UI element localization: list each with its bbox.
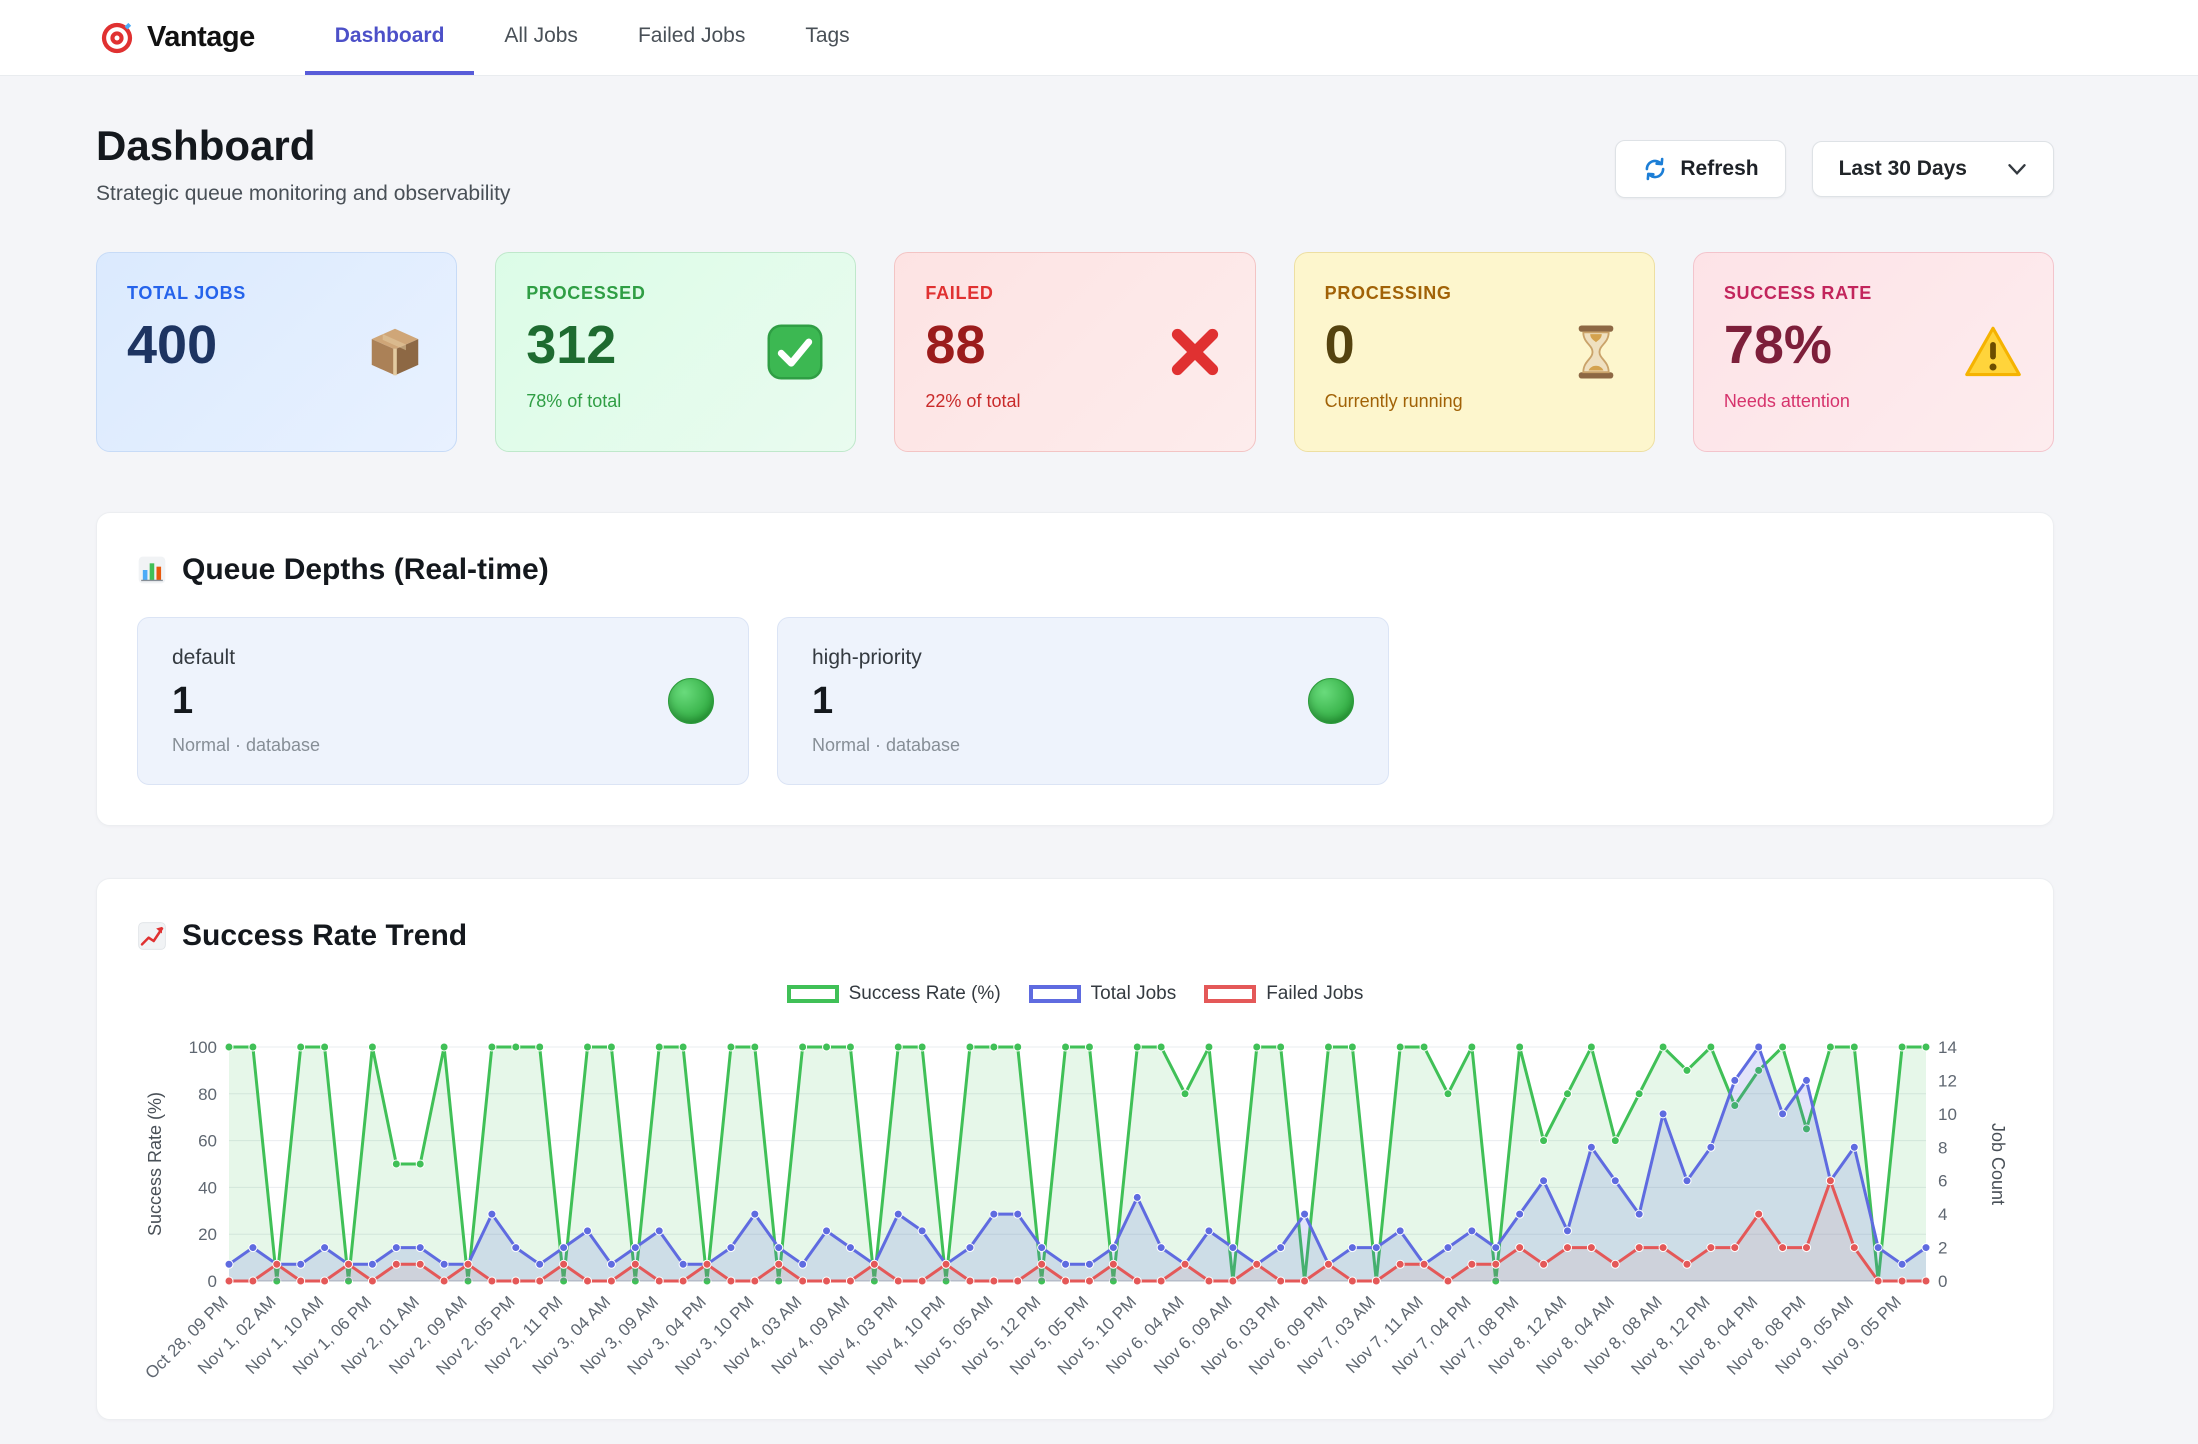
page-header: Dashboard Strategic queue monitoring and… xyxy=(96,122,2054,206)
svg-text:80: 80 xyxy=(198,1085,217,1104)
svg-text:8: 8 xyxy=(1938,1138,1947,1157)
status-dot-green xyxy=(1308,678,1354,724)
stat-label: SUCCESS RATE xyxy=(1724,283,2023,304)
stat-card-processing: PROCESSING 0 Currently running xyxy=(1294,252,1655,452)
tab-failed-jobs[interactable]: Failed Jobs xyxy=(608,0,775,75)
tab-dashboard[interactable]: Dashboard xyxy=(305,0,475,75)
section-title-text: Queue Depths (Real-time) xyxy=(182,553,549,587)
svg-text:Job Count: Job Count xyxy=(1988,1123,2008,1205)
queue-depth: 1 xyxy=(812,680,960,723)
svg-text:12: 12 xyxy=(1938,1071,1957,1090)
queue-depths-title: Queue Depths (Real-time) xyxy=(137,553,2013,587)
chart-title: Success Rate Trend xyxy=(137,919,2013,953)
stat-sub: 78% of total xyxy=(526,391,825,412)
legend-item[interactable]: Failed Jobs xyxy=(1204,983,1363,1005)
queue-item-default[interactable]: default 1 Normal · database xyxy=(137,617,749,785)
svg-text:0: 0 xyxy=(208,1272,217,1291)
tab-label: All Jobs xyxy=(504,24,578,48)
queue-depths-card: Queue Depths (Real-time) default 1 Norma… xyxy=(96,512,2054,826)
stat-card-total-jobs: TOTAL JOBS 400 xyxy=(96,252,457,452)
package-icon xyxy=(364,321,426,383)
refresh-button[interactable]: Refresh xyxy=(1615,140,1785,198)
legend-label: Failed Jobs xyxy=(1266,983,1363,1005)
stat-label: TOTAL JOBS xyxy=(127,283,426,304)
refresh-label: Refresh xyxy=(1680,157,1758,181)
tab-all-jobs[interactable]: All Jobs xyxy=(474,0,608,75)
main-content: Dashboard Strategic queue monitoring and… xyxy=(0,76,2198,1420)
trend-chart-icon xyxy=(137,921,167,951)
refresh-icon xyxy=(1642,156,1668,182)
queue-status: Normal · database xyxy=(172,735,320,756)
svg-text:100: 100 xyxy=(189,1038,217,1057)
header-controls: Refresh Last 30 Days xyxy=(1615,140,2054,198)
section-title-text: Success Rate Trend xyxy=(182,919,467,953)
queue-status: Normal · database xyxy=(812,735,960,756)
legend-swatch xyxy=(1204,985,1256,1003)
chart-legend: Success Rate (%) Total Jobs Failed Jobs xyxy=(137,983,2013,1005)
queue-item-high-priority[interactable]: high-priority 1 Normal · database xyxy=(777,617,1389,785)
queue-info: high-priority 1 Normal · database xyxy=(812,646,960,756)
date-range-value: Last 30 Days xyxy=(1839,157,1967,181)
svg-text:Oct 28, 09 PM: Oct 28, 09 PM xyxy=(142,1292,232,1382)
tab-label: Tags xyxy=(805,24,849,48)
legend-label: Success Rate (%) xyxy=(849,983,1001,1005)
cross-icon xyxy=(1165,322,1225,382)
stat-label: FAILED xyxy=(925,283,1224,304)
queue-name: high-priority xyxy=(812,646,960,670)
svg-text:0: 0 xyxy=(1938,1272,1947,1291)
svg-text:40: 40 xyxy=(198,1178,217,1197)
queue-depth: 1 xyxy=(172,680,320,723)
legend-item[interactable]: Success Rate (%) xyxy=(787,983,1001,1005)
status-dot-green xyxy=(668,678,714,724)
svg-text:10: 10 xyxy=(1938,1105,1957,1124)
svg-text:20: 20 xyxy=(198,1225,217,1244)
legend-swatch xyxy=(1029,985,1081,1003)
queue-name: default xyxy=(172,646,320,670)
tab-tags[interactable]: Tags xyxy=(775,0,879,75)
svg-text:14: 14 xyxy=(1938,1038,1957,1057)
stat-label: PROCESSING xyxy=(1325,283,1624,304)
tab-label: Failed Jobs xyxy=(638,24,745,48)
chevron-down-icon xyxy=(2007,162,2027,176)
nav-tabs: Dashboard All Jobs Failed Jobs Tags xyxy=(305,0,880,75)
stat-label: PROCESSED xyxy=(526,283,825,304)
tab-label: Dashboard xyxy=(335,24,445,48)
svg-text:60: 60 xyxy=(198,1132,217,1151)
queue-info: default 1 Normal · database xyxy=(172,646,320,756)
trend-chart[interactable]: 02040608010002468101214Oct 28, 09 PMNov … xyxy=(137,1007,2014,1420)
svg-text:4: 4 xyxy=(1938,1205,1947,1224)
check-icon xyxy=(765,322,825,382)
brand[interactable]: Vantage xyxy=(100,0,255,75)
stat-card-failed: FAILED 88 22% of total xyxy=(894,252,1255,452)
queue-list: default 1 Normal · database high-priorit… xyxy=(137,617,2013,785)
stat-cards: TOTAL JOBS 400 PROCESSED 312 78% of tota… xyxy=(96,252,2054,452)
svg-text:6: 6 xyxy=(1938,1172,1947,1191)
page-header-text: Dashboard Strategic queue monitoring and… xyxy=(96,122,510,206)
svg-text:Success Rate (%): Success Rate (%) xyxy=(145,1092,165,1236)
page-subtitle: Strategic queue monitoring and observabi… xyxy=(96,182,510,206)
hourglass-icon xyxy=(1568,322,1624,382)
warning-icon xyxy=(1963,324,2023,380)
stat-sub: Currently running xyxy=(1325,391,1624,412)
page-title: Dashboard xyxy=(96,122,510,170)
brand-name: Vantage xyxy=(147,21,255,54)
stat-sub: Needs attention xyxy=(1724,391,2023,412)
bar-chart-icon xyxy=(137,555,167,585)
legend-item[interactable]: Total Jobs xyxy=(1029,983,1177,1005)
top-nav: Vantage Dashboard All Jobs Failed Jobs T… xyxy=(0,0,2198,76)
target-logo-icon xyxy=(100,21,134,55)
stat-card-processed: PROCESSED 312 78% of total xyxy=(495,252,856,452)
legend-swatch xyxy=(787,985,839,1003)
stat-sub: 22% of total xyxy=(925,391,1224,412)
date-range-select[interactable]: Last 30 Days xyxy=(1812,141,2054,197)
success-rate-trend-card: Success Rate Trend Success Rate (%) Total… xyxy=(96,878,2054,1420)
legend-label: Total Jobs xyxy=(1091,983,1177,1005)
stat-card-success-rate: SUCCESS RATE 78% Needs attention xyxy=(1693,252,2054,452)
svg-text:2: 2 xyxy=(1938,1239,1947,1258)
